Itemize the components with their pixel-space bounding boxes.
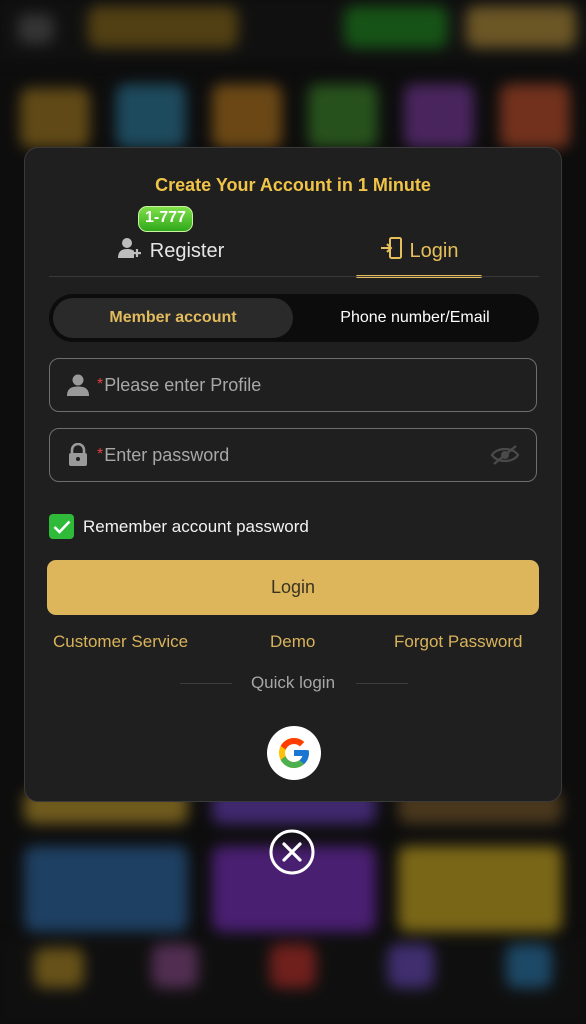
background-gold-button [466, 6, 576, 48]
user-add-icon [117, 237, 142, 265]
login-door-icon [380, 237, 402, 265]
demo-link[interactable]: Demo [270, 632, 315, 652]
tab-divider [49, 276, 539, 277]
background-nav-icon [152, 944, 198, 988]
google-login-button[interactable] [267, 726, 321, 780]
background-nav-icon [270, 944, 316, 988]
remember-password-option[interactable]: Remember account password [49, 514, 309, 539]
background-game-tile [24, 846, 188, 932]
password-field[interactable]: * [49, 428, 537, 482]
background-nav-icon [34, 948, 84, 988]
forgot-password-link[interactable]: Forgot Password [394, 632, 523, 652]
background-game-tile [404, 84, 474, 148]
customer-service-link[interactable]: Customer Service [53, 632, 188, 652]
modal-title: Create Your Account in 1 Minute [155, 175, 431, 195]
background-game-tile [398, 846, 562, 932]
background-game-tile [116, 84, 186, 148]
segment-member-account[interactable]: Member account [53, 298, 293, 338]
background-menu-icon [18, 14, 54, 44]
close-circle-icon [269, 829, 315, 875]
remember-label: Remember account password [83, 516, 309, 536]
close-modal-button[interactable] [268, 828, 316, 876]
check-icon [53, 520, 70, 534]
profile-input[interactable] [104, 374, 465, 396]
background-game-tile [20, 88, 90, 148]
background-nav-icon [506, 944, 552, 988]
tab-register-label: Register [149, 239, 225, 262]
password-input[interactable] [104, 444, 465, 466]
login-button[interactable]: Login [47, 560, 539, 615]
account-type-switch: Member account Phone number/Email [49, 294, 539, 342]
profile-field[interactable]: * [49, 358, 537, 412]
user-icon [67, 373, 89, 397]
background-nav-icon [388, 944, 434, 988]
background-green-button [344, 6, 448, 48]
quick-login-label: Quick login [250, 673, 336, 692]
tab-register[interactable]: Register [55, 228, 287, 274]
divider-line [356, 683, 408, 684]
required-mark: * [97, 446, 104, 463]
background-game-tile [212, 84, 282, 148]
background-game-tile [500, 84, 570, 148]
login-modal: Create Your Account in 1 Minute Register… [24, 147, 562, 802]
bonus-badge: 1-777 [138, 206, 193, 232]
background-logo [88, 6, 238, 48]
lock-icon [67, 443, 89, 467]
tab-login[interactable]: Login [355, 228, 483, 274]
required-mark: * [97, 376, 104, 393]
background-game-tile [308, 84, 378, 148]
eye-off-icon[interactable] [490, 444, 520, 466]
google-icon [279, 738, 309, 768]
remember-checkbox[interactable] [49, 514, 74, 539]
segment-phone-email[interactable]: Phone number/Email [295, 298, 535, 338]
tab-login-label: Login [409, 239, 459, 262]
